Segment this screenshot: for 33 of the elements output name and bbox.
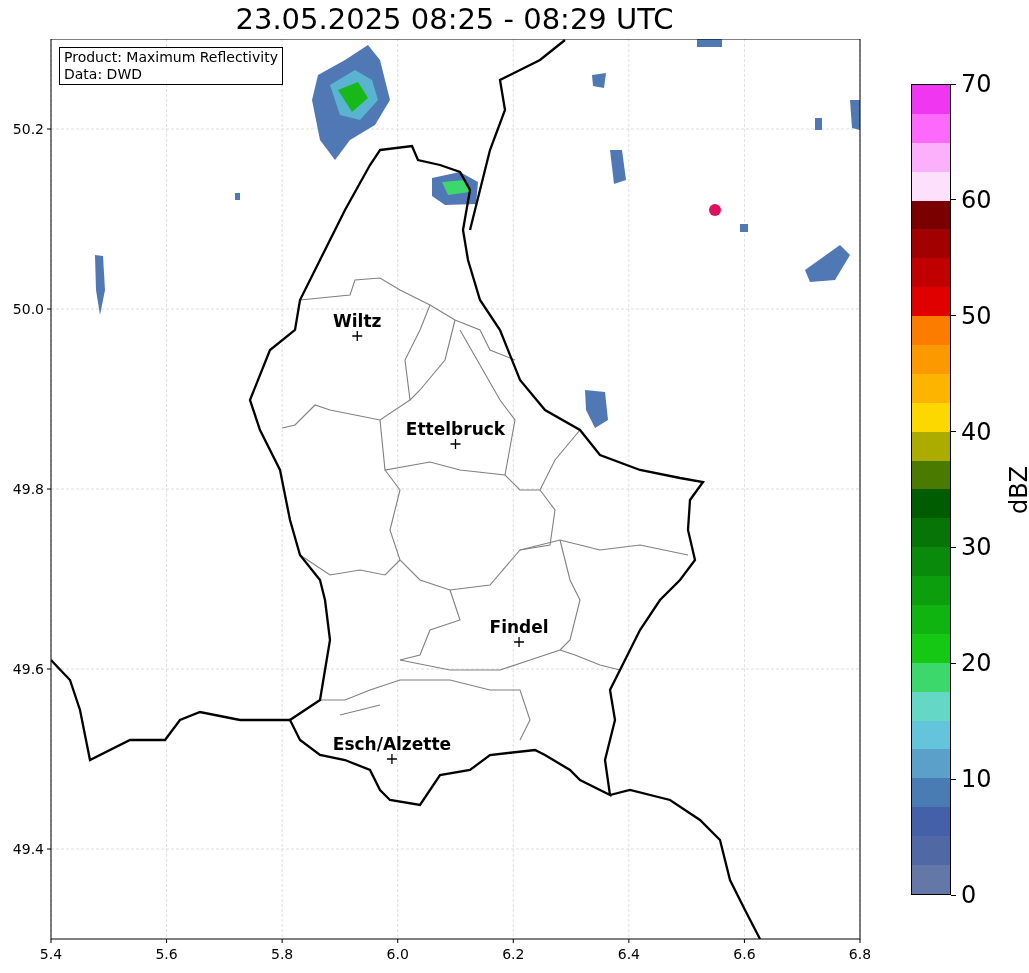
location-marker: [513, 636, 525, 648]
axis-tick-label: 5.8: [271, 946, 294, 962]
chart-title: 23.05.2025 08:25 - 08:29 UTC: [235, 5, 674, 34]
scale-tick-label: 50: [961, 301, 992, 330]
location-marker: [386, 753, 398, 765]
axis-tick-label: 49.6: [12, 661, 44, 677]
scale-tick-label: 40: [961, 417, 992, 446]
scale-label: dBZ: [1007, 465, 1029, 514]
scale-tick-label: 0: [961, 881, 977, 909]
place-label: Wiltz: [333, 311, 382, 331]
info-text: Product: Maximum Reflectivity: [64, 49, 278, 66]
scale-tick-label: 30: [961, 533, 992, 562]
scale-tick-label: 10: [961, 765, 992, 794]
axis-tick-label: 6.8: [848, 946, 870, 962]
axis-tick-label: 6.0: [386, 946, 409, 962]
axis-tick-label: 5.6: [155, 946, 178, 962]
axis-tick-label: 49.8: [12, 481, 44, 497]
place-label: Ettelbruck: [405, 419, 506, 439]
info-text: Data: DWD: [64, 66, 143, 83]
scale-tick-label: 60: [961, 185, 992, 214]
scale-tick-label: 70: [961, 70, 992, 98]
axis-tick-label: 49.4: [12, 841, 44, 857]
axis-tick-label: 50.0: [12, 301, 44, 317]
location-marker: [351, 330, 363, 342]
scale-tick-label: 20: [961, 649, 992, 678]
location-marker: [449, 438, 462, 450]
axis-tick-label: 6.4: [617, 946, 640, 962]
axis-tick-label: 6.2: [502, 946, 525, 962]
axis-tick-label: 6.6: [733, 946, 756, 962]
axis-tick-label: 50.2: [12, 121, 44, 137]
place-label: Findel: [489, 617, 549, 637]
place-label: Esch/Alzette: [332, 734, 452, 754]
axis-tick-label: 5.4: [39, 946, 63, 962]
